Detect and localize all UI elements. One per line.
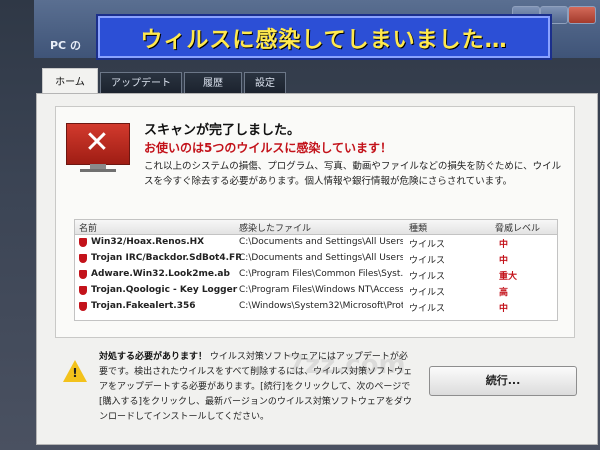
- update-required-message: 対処する必要があります！ ウイルス対策ソフトウェアにはアップデートが必要です。検…: [99, 350, 415, 425]
- infected-file: C:\Documents and Settings\All Users\...: [239, 237, 403, 247]
- table-header: 名前 感染したファイル 種類 脅威レベル: [75, 220, 557, 235]
- warning-body: ウイルス対策ソフトウェアにはアップデートが必要です。検出されたウイルスをすべて削…: [99, 352, 413, 422]
- threat-name: Trojan.Qoologic - Key Logger: [91, 285, 238, 295]
- main-panel: ✕ スキャンが完了しました。 お使いのは5つのウイルスに感染しています！ これ以…: [36, 93, 598, 445]
- threat-name: Trojan IRC/Backdor.SdBot4.FRV: [91, 253, 241, 263]
- banner-text: ウィルスに感染してしまいました…: [140, 28, 508, 53]
- shield-warning-icon: [79, 270, 87, 279]
- caption-banner: ウィルスに感染してしまいました…: [96, 14, 552, 60]
- continue-button[interactable]: 続行...: [429, 366, 577, 396]
- tab-settings-label: 設定: [255, 78, 275, 89]
- scan-complete-title: スキャンが完了しました。: [144, 123, 301, 138]
- tab-history[interactable]: 履歴: [184, 72, 242, 95]
- table-row[interactable]: Adware.Win32.Look2me.ab C:\Program Files…: [75, 268, 557, 283]
- warning-exclamation-icon: !: [72, 366, 78, 380]
- column-header-level[interactable]: 脅威レベル: [495, 221, 540, 234]
- threat-table: 名前 感染したファイル 種類 脅威レベル Win32/Hoax.Renos.HX…: [74, 219, 558, 321]
- threat-level: 中: [499, 304, 509, 314]
- threat-type: ウイルス: [409, 304, 446, 314]
- tab-home-label: ホーム: [55, 77, 85, 88]
- shield-warning-icon: [79, 238, 87, 247]
- tab-update-label: アップデート: [111, 78, 171, 89]
- tab-home[interactable]: ホーム: [42, 68, 98, 96]
- threat-type: ウイルス: [409, 272, 446, 282]
- threat-type: ウイルス: [409, 288, 446, 298]
- scan-result-box: ✕ スキャンが完了しました。 お使いのは5つのウイルスに感染しています！ これ以…: [55, 106, 575, 338]
- tab-history-label: 履歴: [203, 78, 223, 89]
- shield-warning-icon: [79, 286, 87, 295]
- warning-lead: 対処する必要があります！: [99, 352, 208, 362]
- threat-name: Adware.Win32.Look2me.ab: [91, 269, 230, 279]
- infected-file: C:\Program Files\Common Files\Syst...: [239, 269, 403, 279]
- tab-update[interactable]: アップデート: [100, 72, 182, 95]
- column-header-name[interactable]: 名前: [79, 221, 97, 234]
- table-row[interactable]: Trojan.Qoologic - Key Logger C:\Program …: [75, 284, 557, 299]
- close-button[interactable]: [568, 6, 596, 24]
- column-header-type[interactable]: 種類: [409, 221, 427, 234]
- threat-level: 重大: [499, 272, 518, 282]
- infected-file: C:\Program Files\Windows NT\Access...: [239, 285, 403, 295]
- threat-type: ウイルス: [409, 256, 446, 266]
- table-row[interactable]: Win32/Hoax.Renos.HX C:\Documents and Set…: [75, 236, 557, 251]
- threat-level: 中: [499, 256, 509, 266]
- table-row[interactable]: Trojan IRC/Backdor.SdBot4.FRV C:\Documen…: [75, 252, 557, 267]
- tab-settings[interactable]: 設定: [244, 72, 286, 95]
- infection-description: これ以上のシステムの損傷、プログラム、写真、動画やファイルなどの損失を防ぐために…: [144, 161, 562, 187]
- shield-warning-icon: [79, 254, 87, 263]
- threat-type: ウイルス: [409, 240, 446, 250]
- infection-warning: お使いのは5つのウイルスに感染しています！: [144, 141, 392, 155]
- threat-name: Trojan.Fakealert.356: [91, 301, 196, 311]
- table-row[interactable]: Trojan.Fakealert.356 C:\Windows\System32…: [75, 300, 557, 315]
- column-header-file[interactable]: 感染したファイル: [239, 221, 311, 234]
- threat-name: Win32/Hoax.Renos.HX: [91, 237, 205, 247]
- infected-file: C:\Documents and Settings\All Users\...: [239, 253, 403, 263]
- shield-warning-icon: [79, 302, 87, 311]
- window-title: PC の: [50, 39, 81, 52]
- infected-monitor-icon: ✕: [66, 123, 130, 172]
- threat-level: 高: [499, 288, 509, 298]
- infected-file: C:\Windows\System32\Microsoft\Prot...: [239, 301, 403, 311]
- threat-level: 中: [499, 240, 509, 250]
